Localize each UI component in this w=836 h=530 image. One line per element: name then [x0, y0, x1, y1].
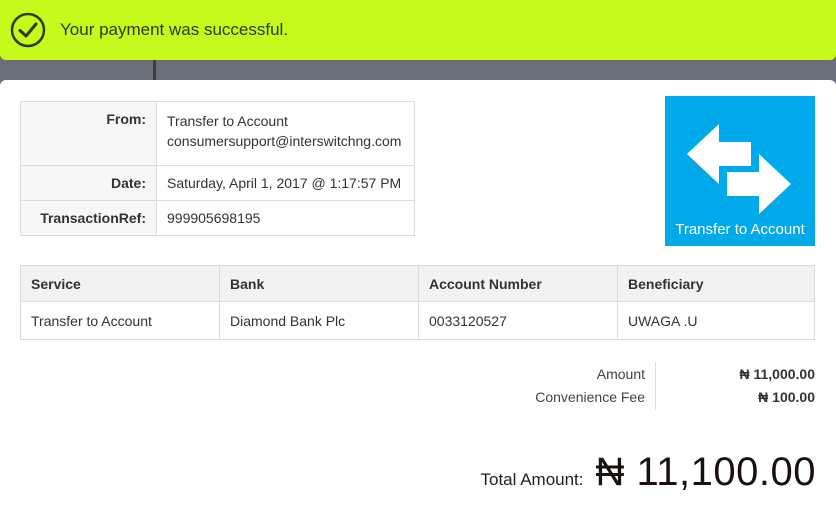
check-circle-icon: [10, 12, 46, 48]
amount-summary: Amount ₦ 11,000.00 Convenience Fee ₦ 100…: [500, 362, 815, 410]
table-row: Transfer to Account Diamond Bank Plc 003…: [20, 301, 815, 340]
total-value: ₦ 11,100.00: [595, 450, 816, 494]
ref-row: TransactionRef: 999905698195: [20, 200, 415, 236]
header-beneficiary: Beneficiary: [617, 265, 815, 302]
receipt-card: From: Transfer to Account consumersuppor…: [0, 80, 836, 530]
header-service: Service: [20, 265, 220, 302]
header-account-number: Account Number: [418, 265, 618, 302]
from-label: From:: [20, 101, 157, 166]
date-value: Saturday, April 1, 2017 @ 1:17:57 PM: [156, 165, 415, 201]
cell-service: Transfer to Account: [20, 301, 220, 340]
fee-label: Convenience Fee: [535, 389, 645, 405]
cell-beneficiary: UWAGA .U: [617, 301, 815, 340]
from-service: Transfer to Account: [167, 113, 288, 129]
from-value: Transfer to Account consumersupport@inte…: [156, 101, 415, 166]
cell-account-number: 0033120527: [418, 301, 618, 340]
table-header-row: Service Bank Account Number Beneficiary: [20, 265, 815, 302]
total-label: Total Amount:: [480, 470, 584, 489]
transaction-info-table: From: Transfer to Account consumersuppor…: [20, 101, 415, 236]
amount-divider: [655, 362, 656, 410]
service-table: Service Bank Account Number Beneficiary …: [20, 265, 815, 340]
background-divider: [153, 60, 156, 82]
transfer-logo: Transfer to Account: [665, 96, 815, 246]
transfer-arrows-icon: [687, 124, 791, 214]
date-row: Date: Saturday, April 1, 2017 @ 1:17:57 …: [20, 165, 415, 201]
header-bank: Bank: [219, 265, 419, 302]
ref-label: TransactionRef:: [20, 200, 157, 236]
fee-value: ₦ 100.00: [758, 389, 815, 405]
from-row: From: Transfer to Account consumersuppor…: [20, 101, 415, 166]
from-email: consumersupport@interswitchng.com: [167, 133, 402, 149]
ref-value: 999905698195: [156, 200, 415, 236]
success-banner: Your payment was successful.: [0, 0, 836, 60]
success-message: Your payment was successful.: [60, 20, 289, 39]
cell-bank: Diamond Bank Plc: [219, 301, 419, 340]
total-amount: Total Amount: ₦ 11,100.00: [481, 450, 817, 495]
amount-value: ₦ 11,000.00: [739, 366, 815, 382]
logo-caption: Transfer to Account: [675, 221, 805, 238]
date-label: Date:: [20, 165, 157, 201]
amount-label: Amount: [596, 366, 645, 382]
